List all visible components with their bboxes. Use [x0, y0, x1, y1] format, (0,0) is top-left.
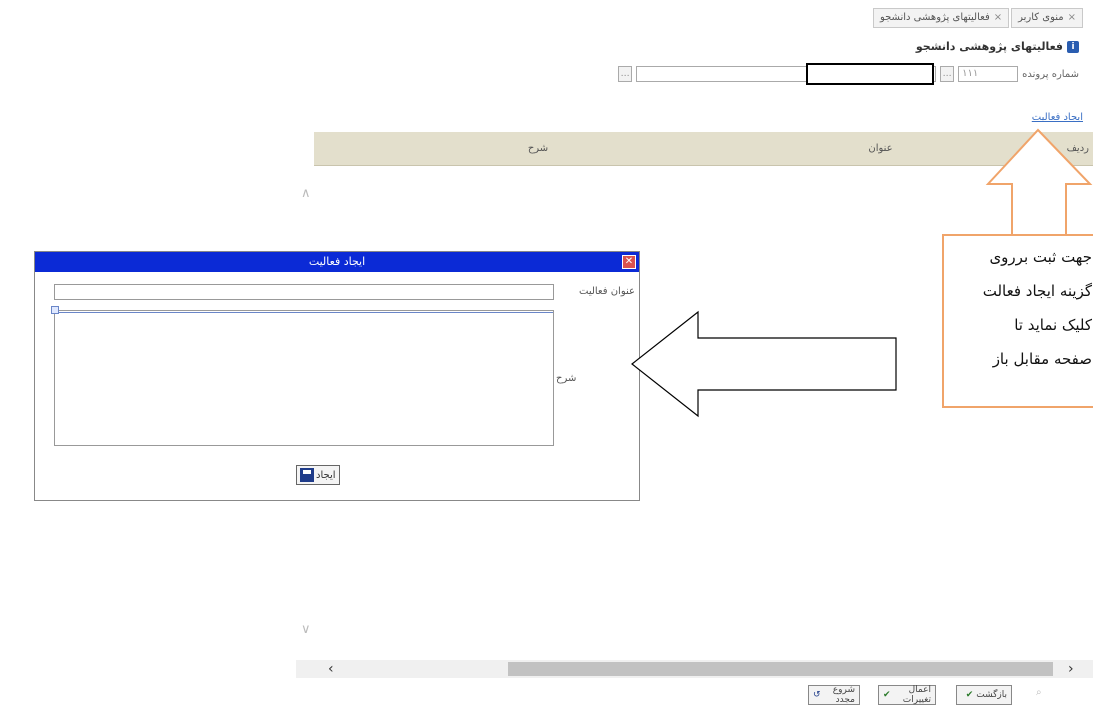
callout-line: صفحه مقابل باز [992, 350, 1092, 368]
callout-line: گزینه ایجاد فعالت [982, 282, 1092, 300]
callout-line: کلیک نماید تا [1014, 316, 1092, 334]
left-arrow-shape [631, 310, 897, 418]
instruction-callout: جهت ثبت برروی گزینه ایجاد فعالت کلیک نما… [942, 234, 1093, 408]
up-arrow-shape [985, 128, 1093, 237]
annotation-arrows [631, 128, 1093, 418]
callout-line: جهت ثبت برروی [989, 248, 1092, 266]
